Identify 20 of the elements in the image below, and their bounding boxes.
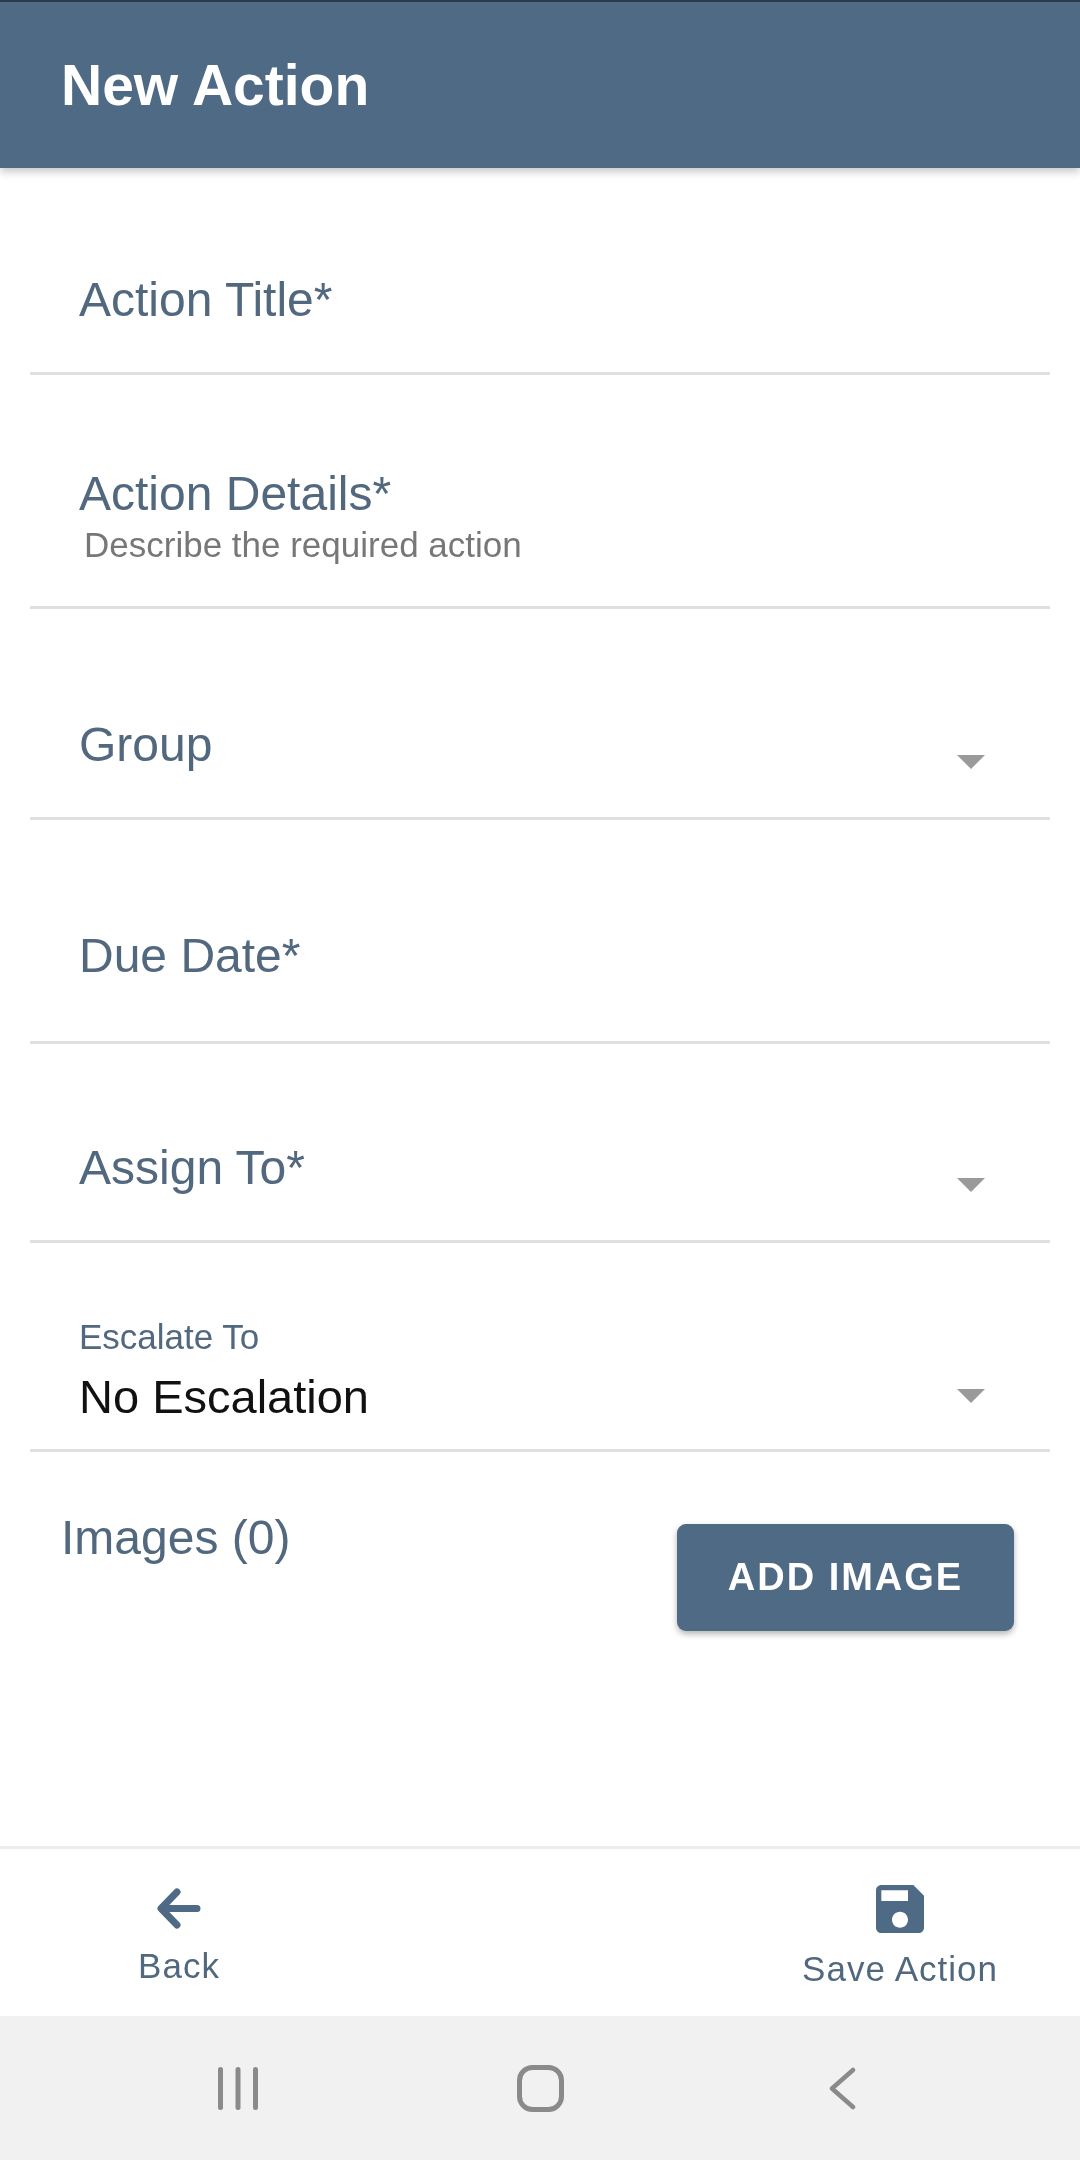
dropdown-field[interactable]: Assign To* [30, 1044, 1050, 1243]
dropdown-arrow-icon [957, 755, 985, 769]
save-action-button[interactable]: Save Action [770, 1884, 1030, 1991]
home-icon[interactable] [516, 2064, 564, 2112]
text-field[interactable]: Due Date* [30, 820, 1050, 1044]
dropdown-arrow-icon [957, 1389, 985, 1403]
images-count-label: Images (0) [61, 1510, 291, 1566]
back-button[interactable]: Back [79, 1887, 279, 1988]
add-image-button[interactable]: ADD IMAGE [677, 1524, 1014, 1631]
dropdown-arrow-icon [957, 1178, 985, 1192]
save-icon [876, 1884, 924, 1933]
left-arrow-icon [157, 1887, 201, 1930]
text-field[interactable]: Action Details* Describe the required action [30, 375, 1050, 609]
text-input[interactable]: Describe the required action [79, 524, 935, 566]
dropdown-field[interactable]: Escalate To No Escalation [30, 1243, 1050, 1452]
dropdown-field[interactable]: Group [30, 609, 1050, 820]
back-icon[interactable] [828, 2066, 856, 2110]
text-field[interactable]: Action Title* [30, 168, 1050, 375]
screen-title: New Action [61, 52, 370, 119]
recents-icon[interactable] [218, 2066, 258, 2110]
